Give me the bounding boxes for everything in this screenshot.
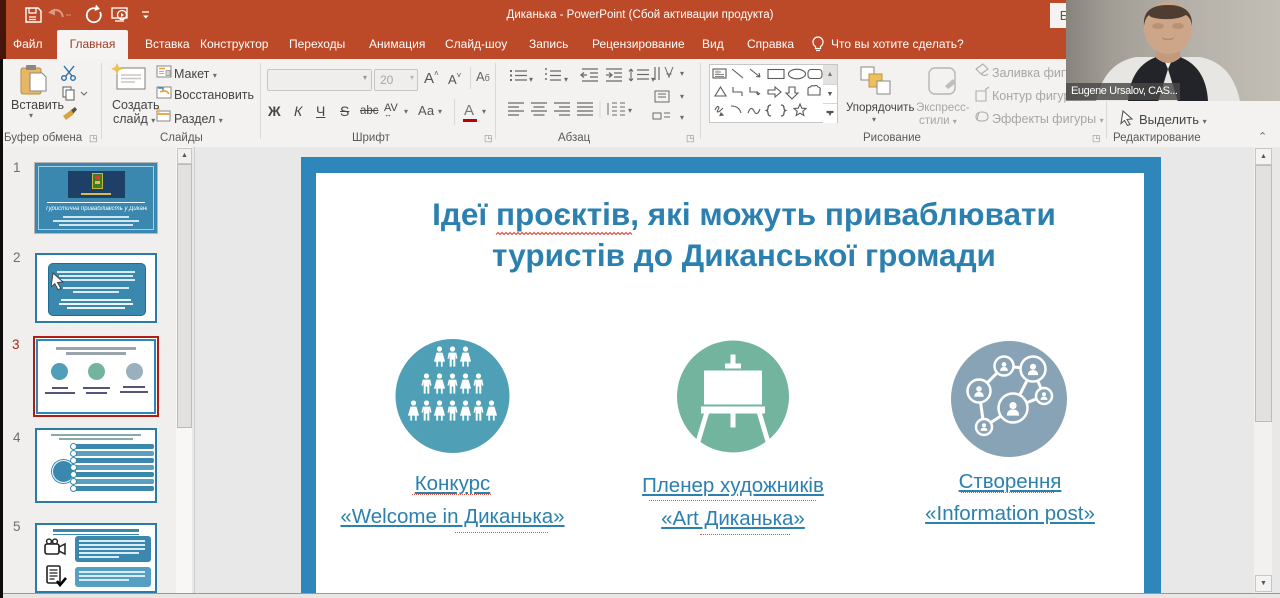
- svg-text:▾: ▾: [628, 106, 632, 115]
- svg-text:▾: ▾: [680, 113, 684, 122]
- svg-text:▾: ▾: [564, 75, 568, 84]
- svg-text:▾: ▾: [529, 75, 533, 84]
- svg-text:▾: ▾: [680, 69, 684, 78]
- svg-text:▾: ▾: [680, 92, 684, 101]
